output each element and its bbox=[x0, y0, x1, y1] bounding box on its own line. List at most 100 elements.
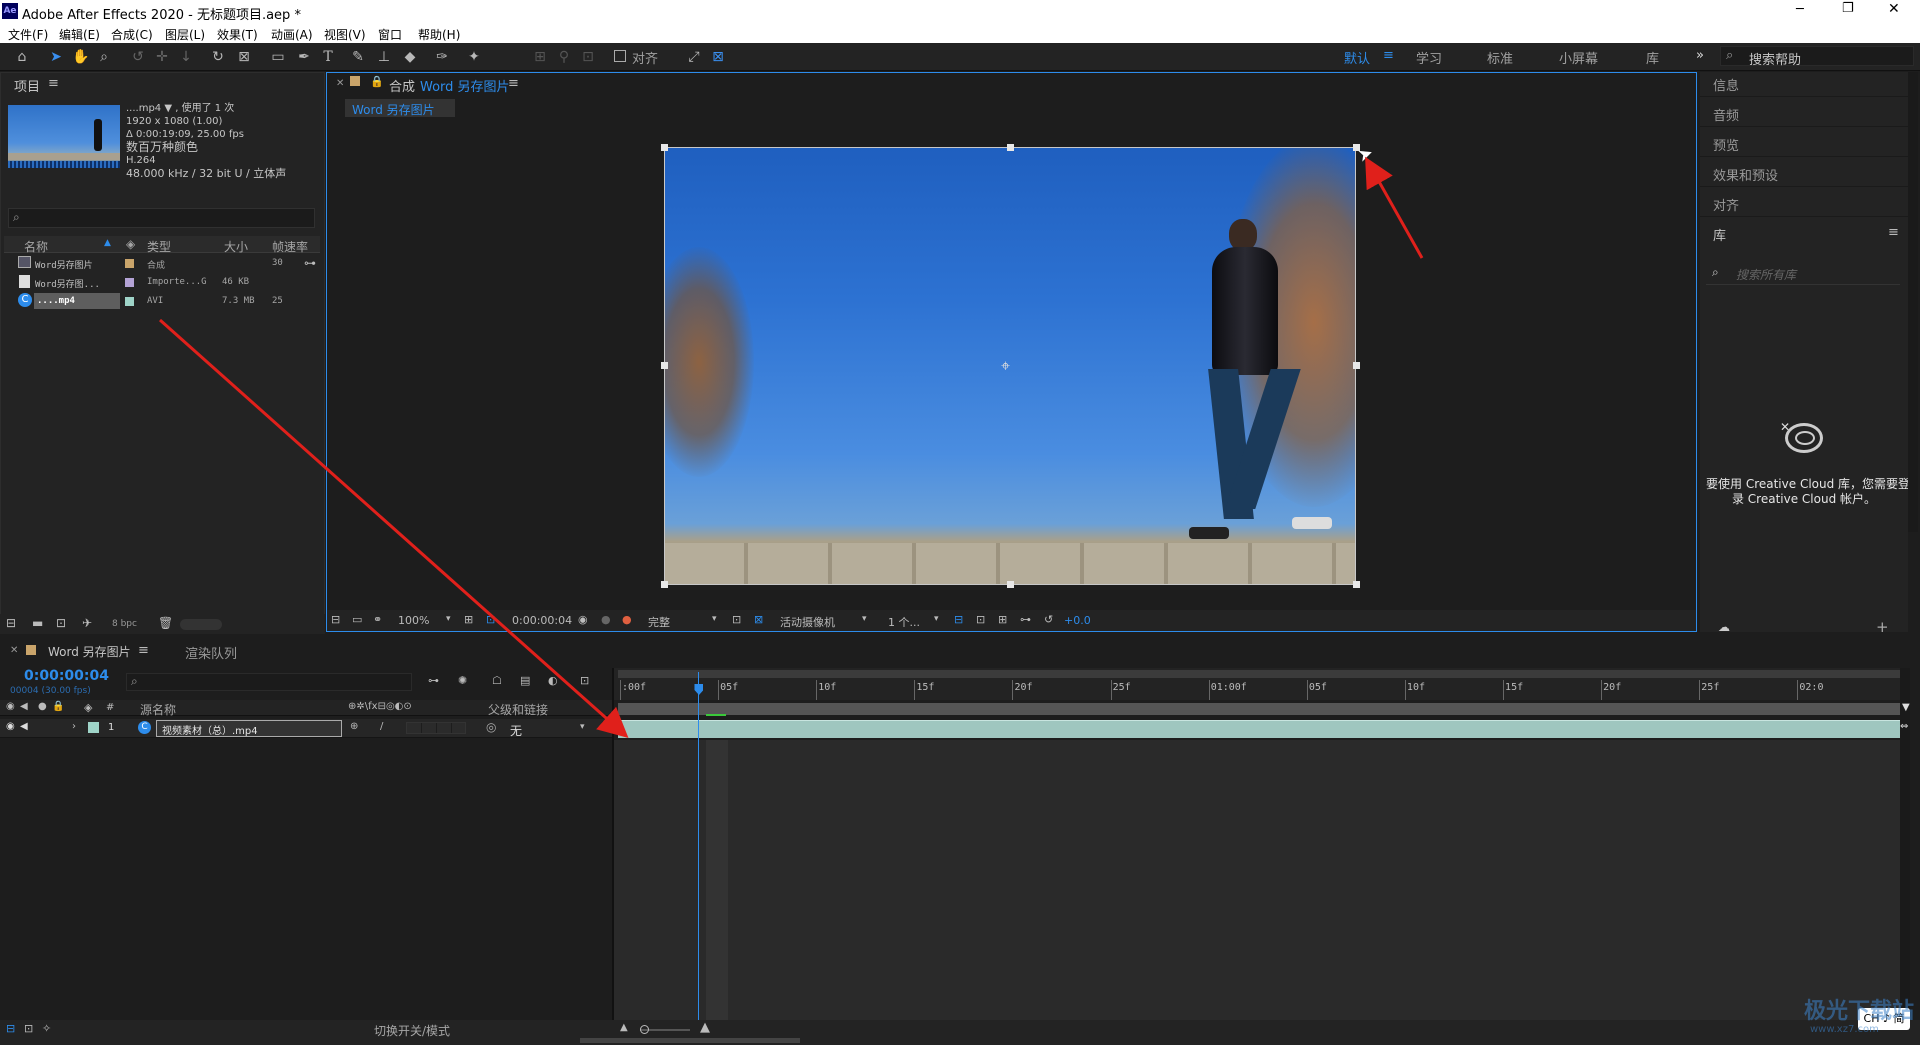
workspace-library[interactable]: 库 bbox=[1646, 48, 1659, 67]
menu-edit[interactable]: 编辑(E) bbox=[59, 26, 100, 43]
toggle-switches-modes[interactable]: 切换开关/模式 bbox=[374, 1022, 450, 1039]
workspace-standard[interactable]: 标准 bbox=[1487, 48, 1513, 67]
cc-cloud-icon[interactable]: ☁ bbox=[1718, 620, 1730, 634]
chevron-down-icon[interactable]: ▾ bbox=[446, 614, 451, 624]
flowchart-icon[interactable]: ⊶ bbox=[1020, 613, 1031, 626]
layer-end-link-icon[interactable]: ⇔ bbox=[1900, 721, 1908, 732]
color-channel-icon[interactable]: ● bbox=[622, 613, 632, 626]
timeline-menu-icon[interactable]: ≡ bbox=[138, 643, 149, 658]
panel-info[interactable]: 信息 bbox=[1713, 75, 1739, 94]
shy-icon[interactable]: ☖ bbox=[492, 674, 502, 687]
frame-blend-icon[interactable]: ▤ bbox=[520, 674, 530, 687]
brush-icon[interactable]: ✎ bbox=[350, 49, 366, 65]
source-name-header[interactable]: 源名称 bbox=[140, 701, 176, 718]
handle-bottom-left[interactable] bbox=[661, 581, 668, 588]
toggle-pixel-icon[interactable]: ⊟ bbox=[954, 613, 963, 626]
library-menu-icon[interactable]: ≡ bbox=[1888, 225, 1899, 240]
panel-align[interactable]: 对齐 bbox=[1713, 195, 1739, 214]
fit-icon[interactable]: ⊞ bbox=[464, 613, 473, 626]
flowchart-icon[interactable]: ⊶ bbox=[304, 256, 316, 270]
type-icon[interactable]: T bbox=[320, 49, 336, 65]
comp-menu-icon[interactable]: ≡ bbox=[508, 76, 519, 91]
shy-switch-icon[interactable]: ⊕ bbox=[350, 721, 358, 732]
zoom-in-icon[interactable]: ▲ bbox=[700, 1020, 710, 1035]
menu-composition[interactable]: 合成(C) bbox=[111, 26, 153, 43]
draft-3d-icon[interactable]: ✺ bbox=[458, 674, 467, 687]
safe-zones-icon[interactable]: ⊡ bbox=[486, 613, 495, 626]
workspace-menu-icon[interactable]: ≡ bbox=[1383, 48, 1394, 63]
mask-view-icon[interactable]: ⚭ bbox=[373, 613, 382, 626]
eye-icon[interactable]: ◉ bbox=[6, 721, 15, 732]
snapshot-icon[interactable]: ◉ bbox=[578, 613, 588, 626]
always-preview-icon[interactable]: ⊟ bbox=[331, 613, 340, 626]
column-type[interactable]: 类型 bbox=[147, 238, 171, 255]
axis-view-icon[interactable]: ⊡ bbox=[580, 49, 596, 65]
new-folder-icon[interactable]: ▬ bbox=[32, 616, 43, 630]
timeline-h-scrollbar[interactable] bbox=[580, 1038, 800, 1043]
workspace-default[interactable]: 默认 bbox=[1344, 48, 1370, 67]
chevron-down-icon[interactable]: ▾ bbox=[712, 614, 717, 624]
hand-icon[interactable]: ✋ bbox=[72, 49, 89, 65]
project-tab[interactable]: 项目 bbox=[14, 76, 40, 95]
project-search-field[interactable]: ⌕ bbox=[8, 208, 315, 228]
playhead[interactable] bbox=[698, 672, 700, 1022]
right-scrollbar[interactable] bbox=[1908, 72, 1918, 532]
expand-switches-icon[interactable]: ⊡ bbox=[24, 1022, 33, 1035]
speaker-icon[interactable]: ◀ bbox=[20, 721, 28, 732]
workspace-learn[interactable]: 学习 bbox=[1416, 48, 1442, 67]
render-queue-tab[interactable]: 渲染队列 bbox=[185, 643, 237, 662]
camera-select[interactable]: 活动摄像机 bbox=[780, 614, 835, 630]
menu-animation[interactable]: 动画(A) bbox=[271, 26, 313, 43]
column-fps[interactable]: 帧速率 bbox=[272, 238, 308, 255]
parent-header[interactable]: 父级和链接 bbox=[488, 701, 548, 718]
menu-file[interactable]: 文件(F) bbox=[8, 26, 48, 43]
zoom-out-icon[interactable]: ▲ bbox=[620, 1022, 628, 1033]
orbit-icon[interactable]: ↺ bbox=[130, 49, 146, 65]
comp-button-icon[interactable]: ⊟ bbox=[6, 1022, 15, 1035]
workspace-more-icon[interactable]: » bbox=[1696, 48, 1704, 63]
project-row-video[interactable]: C ....mp4 AVI 7.3 MB 25 bbox=[4, 293, 304, 311]
work-area-bar[interactable] bbox=[618, 670, 1900, 678]
home-icon[interactable]: ⌂ bbox=[14, 49, 30, 65]
dolly-icon[interactable]: ↓ bbox=[178, 49, 194, 65]
snap-icon[interactable]: ⤢ bbox=[686, 49, 702, 65]
panel-library-tab[interactable]: 库 bbox=[1713, 225, 1726, 244]
handle-top-left[interactable] bbox=[661, 144, 668, 151]
bpc-button[interactable]: 8 bpc bbox=[112, 619, 137, 629]
menu-layer[interactable]: 图层(L) bbox=[165, 26, 205, 43]
panel-audio[interactable]: 音频 bbox=[1713, 105, 1739, 124]
viewer-timecode[interactable]: 0:00:00:04 bbox=[512, 614, 572, 627]
menu-window[interactable]: 窗口 bbox=[378, 26, 402, 43]
project-row-comp[interactable]: Word另存图片 合成 30 bbox=[4, 255, 304, 273]
grid-snap-icon[interactable]: ⊠ bbox=[710, 49, 726, 65]
menu-effect[interactable]: 效果(T) bbox=[217, 26, 258, 43]
menu-help[interactable]: 帮助(H) bbox=[418, 26, 460, 43]
chevron-down-icon[interactable]: ▾ bbox=[580, 722, 585, 732]
render-icon[interactable]: ✈ bbox=[82, 616, 92, 630]
project-menu-icon[interactable]: ≡ bbox=[48, 76, 59, 91]
chevron-down-icon[interactable]: ▾ bbox=[934, 614, 939, 624]
handle-top-mid[interactable] bbox=[1007, 144, 1014, 151]
workspace-small-screen[interactable]: 小屏幕 bbox=[1559, 48, 1598, 67]
snap-checkbox[interactable] bbox=[614, 50, 626, 62]
expand-in-out-icon[interactable]: ✧ bbox=[42, 1022, 51, 1035]
panel-effects-presets[interactable]: 效果和预设 bbox=[1713, 165, 1778, 184]
roto-icon[interactable]: ✑ bbox=[434, 49, 450, 65]
region-of-interest-icon[interactable]: ⊡ bbox=[732, 613, 741, 626]
parent-select[interactable]: 无 bbox=[510, 722, 522, 739]
layer-end-marker-icon[interactable]: ▼ bbox=[1902, 702, 1910, 713]
eraser-icon[interactable]: ◆ bbox=[402, 49, 418, 65]
expand-layer-icon[interactable]: › bbox=[72, 721, 76, 732]
library-search-field[interactable]: ⌕ 搜索所有库 bbox=[1706, 263, 1900, 285]
label-swatch[interactable] bbox=[88, 722, 99, 733]
axis-world-icon[interactable]: ⚲ bbox=[556, 49, 572, 65]
panel-preview[interactable]: 预览 bbox=[1713, 135, 1739, 154]
comp-mini-flowchart-icon[interactable]: ⊶ bbox=[428, 674, 439, 687]
puppet-icon[interactable]: ✦ bbox=[466, 49, 482, 65]
comp-tab-name[interactable]: Word 另存图片 bbox=[420, 76, 510, 95]
motion-blur-icon[interactable]: ◐ bbox=[548, 674, 558, 687]
library-add-button[interactable]: + bbox=[1876, 618, 1889, 636]
monitor-icon[interactable]: ▭ bbox=[352, 613, 362, 626]
maximize-button[interactable]: ❐ bbox=[1842, 1, 1854, 16]
close-button[interactable]: ✕ bbox=[1888, 1, 1900, 17]
